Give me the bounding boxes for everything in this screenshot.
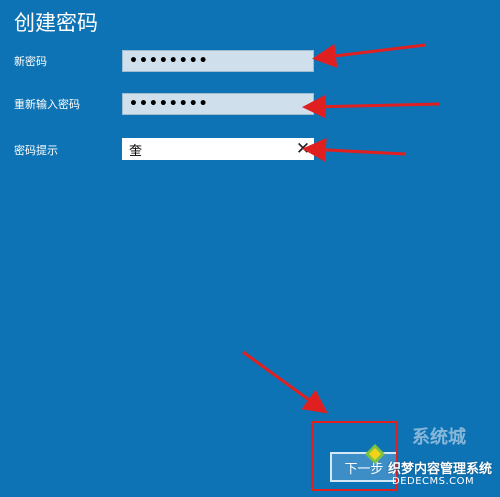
confirm-password-input[interactable] [122, 93, 314, 115]
watermark-brand: 系统城 [412, 427, 466, 448]
watermark-title: 织梦内容管理系统 [388, 462, 493, 477]
password-hint-label: 密码提示 [14, 144, 58, 157]
password-hint-input[interactable] [122, 138, 314, 160]
arrow-to-new-password [312, 43, 426, 68]
confirm-password-label: 重新输入密码 [14, 98, 80, 111]
arrow-to-next-button [242, 350, 328, 414]
watermark-url: DEDECMS.COM [392, 476, 475, 487]
clear-icon[interactable]: ✕ [294, 139, 312, 159]
arrow-to-confirm-password [302, 94, 441, 119]
page-title: 创建密码 [14, 11, 98, 35]
arrow-to-password-hint [302, 137, 406, 162]
create-password-screen: 创建密码 新密码 重新输入密码 密码提示 ✕ 下一步 系统城 织梦内容管理系统 … [0, 0, 500, 497]
new-password-input[interactable] [122, 50, 314, 72]
watermark-logo-icon [365, 444, 385, 464]
new-password-label: 新密码 [14, 55, 47, 68]
